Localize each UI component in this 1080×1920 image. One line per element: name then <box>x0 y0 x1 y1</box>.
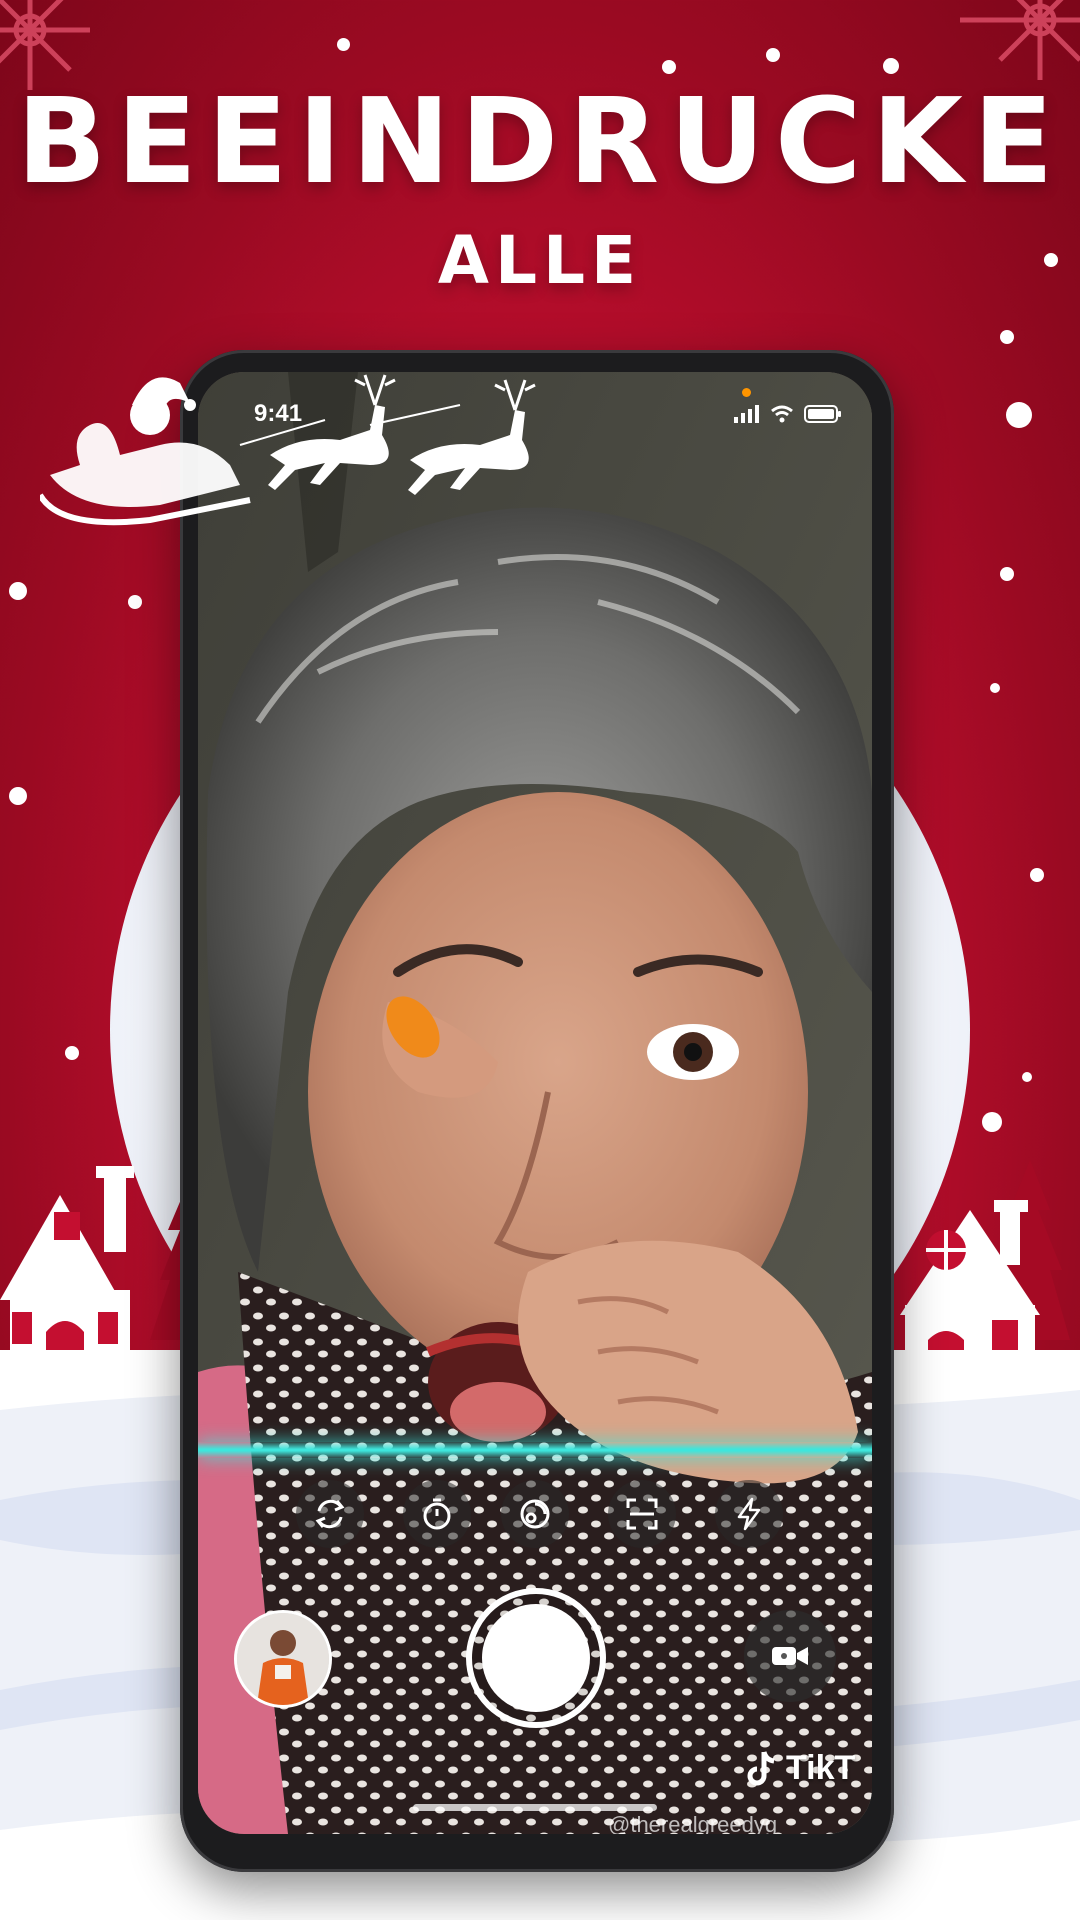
video-camera-icon <box>772 1647 808 1665</box>
status-icons <box>734 402 842 426</box>
filters-button[interactable] <box>501 1480 569 1548</box>
snow-dot <box>1000 567 1014 581</box>
scan-button[interactable] <box>608 1480 676 1548</box>
snow-dot <box>766 48 780 62</box>
battery-icon <box>804 405 841 423</box>
snow-dot <box>1022 1072 1032 1082</box>
privacy-indicator <box>742 388 751 397</box>
wifi-icon <box>771 405 793 423</box>
scan-line <box>198 1442 872 1458</box>
headline-secondary: ALLE <box>437 222 643 299</box>
flip-camera-button[interactable] <box>296 1480 364 1548</box>
scan-icon <box>626 1498 658 1530</box>
snow-dot <box>1006 402 1032 428</box>
gallery-thumbnail[interactable] <box>234 1610 332 1708</box>
flash-icon <box>737 1497 761 1531</box>
watermark-handle: @therealgreedyg <box>608 1812 778 1834</box>
snow-dot <box>65 1046 79 1060</box>
tiktok-logo-icon <box>747 1751 775 1786</box>
santa-sleigh-reindeer-icon <box>40 374 536 526</box>
timer-button[interactable] <box>403 1480 471 1548</box>
headline-primary: BEEINDRUCKE <box>16 72 1064 210</box>
watermark-brand: TikT <box>786 1748 856 1787</box>
video-mode-button[interactable] <box>744 1610 836 1702</box>
snow-dot <box>9 582 27 600</box>
cellular-signal-icon <box>734 405 759 423</box>
snow-dot <box>990 683 1000 693</box>
filters-icon <box>520 1499 550 1529</box>
snow-dot <box>337 38 350 51</box>
home-indicator <box>413 1804 657 1811</box>
camera-screen: 9:41 TikT @therealgreedyg <box>198 372 872 1834</box>
snow-dot <box>1030 868 1044 882</box>
snow-dot <box>128 595 142 609</box>
camera-toolbar <box>198 1480 872 1560</box>
timer-icon <box>423 1498 451 1530</box>
snow-dot <box>1000 330 1014 344</box>
tiktok-watermark: TikT <box>746 1748 855 1788</box>
shutter-core <box>482 1604 590 1712</box>
shutter-button[interactable] <box>466 1588 606 1728</box>
gallery-preview-image <box>237 1613 329 1705</box>
flash-button[interactable] <box>715 1480 783 1548</box>
snow-dot <box>9 787 27 805</box>
flip-camera-icon <box>315 1499 345 1529</box>
